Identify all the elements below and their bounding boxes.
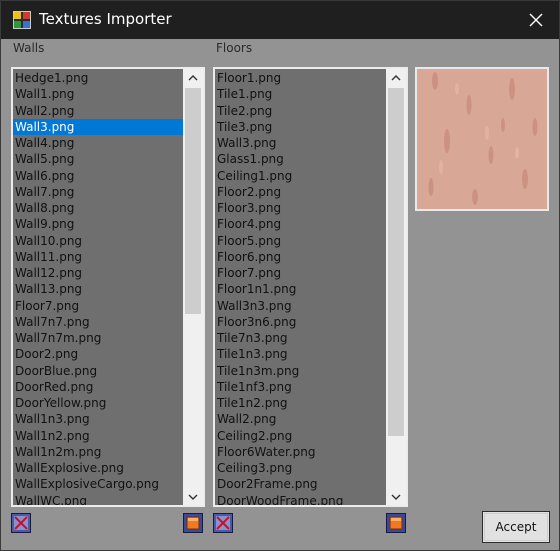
remove-icon [11,513,31,533]
walls-add-button[interactable] [183,513,203,533]
list-item[interactable]: WallWC.png [13,493,183,506]
walls-scroll-up-button[interactable] [183,69,203,86]
list-item[interactable]: Wall7.png [13,184,183,200]
list-item[interactable]: WallExplosive.png [13,460,183,476]
list-item[interactable]: Door2Frame.png [215,476,386,492]
floors-remove-button[interactable] [213,513,233,533]
list-item[interactable]: Floor4.png [215,216,386,232]
list-item[interactable]: Tile1n3m.png [215,363,386,379]
list-item[interactable]: Wall1n2m.png [13,444,183,460]
floors-scroll-up-button[interactable] [386,69,406,86]
chevron-up-icon [188,74,198,80]
walls-remove-button[interactable] [11,513,31,533]
chevron-down-icon [188,494,198,500]
list-item[interactable]: DoorYellow.png [13,395,183,411]
walls-listbox[interactable]: Hedge1.png Wall1.png Wall2.png Wall3.png Wal… [11,67,205,507]
close-icon [529,13,543,27]
list-item[interactable]: Wall10.png [13,233,183,249]
list-item[interactable]: Glass1.png [215,151,386,167]
list-item[interactable]: WallExplosiveCargo.png [13,476,183,492]
list-item[interactable]: Wall4.png [13,135,183,151]
close-button[interactable] [513,1,559,39]
list-item[interactable]: Ceiling3.png [215,460,386,476]
list-item[interactable]: DoorRed.png [13,379,183,395]
floors-list-items: Floor1.png Tile1.png Tile2.png Tile3.png Wal… [215,69,386,505]
remove-icon [213,513,233,533]
list-item[interactable]: Tile1n3.png [215,346,386,362]
list-item[interactable]: Wall7n7m.png [13,330,183,346]
list-item[interactable]: Ceiling2.png [215,428,386,444]
floors-scrollbar[interactable] [386,69,406,505]
list-item[interactable]: Wall1.png [13,86,183,102]
floors-scroll-thumb[interactable] [388,88,404,436]
list-item[interactable]: Wall2.png [13,103,183,119]
add-icon [183,513,203,533]
list-item[interactable]: Floor5.png [215,233,386,249]
list-item[interactable]: Ceiling1.png [215,168,386,184]
list-item[interactable]: Floor1n1.png [215,281,386,297]
list-item[interactable]: Tile7n3.png [215,330,386,346]
chevron-down-icon [391,494,401,500]
list-item[interactable]: Floor6.png [215,249,386,265]
window-title: Textures Importer [39,10,172,28]
floors-add-button[interactable] [386,513,406,533]
list-item[interactable]: Wall8.png [13,200,183,216]
title-bar[interactable]: Textures Importer [1,1,559,39]
accept-button[interactable]: Accept [482,511,550,543]
list-item[interactable]: Tile1.png [215,86,386,102]
list-item[interactable]: Floor3.png [215,200,386,216]
list-item[interactable]: Floor2.png [215,184,386,200]
list-item[interactable]: Wall13.png [13,281,183,297]
list-item[interactable]: Wall3.png [13,118,183,135]
list-item[interactable]: Tile2.png [215,103,386,119]
floors-label: Floors [216,41,253,55]
walls-scroll-down-button[interactable] [183,488,203,505]
list-item[interactable]: Wall5.png [13,151,183,167]
list-item[interactable]: Hedge1.png [13,70,183,86]
textures-importer-window: Textures Importer Walls Hedge1.png Wall1.… [0,0,560,551]
add-icon [386,513,406,533]
list-item[interactable]: Wall1n2.png [13,428,183,444]
list-item[interactable]: Floor1.png [215,70,386,86]
list-item[interactable]: DoorBlue.png [13,363,183,379]
list-item[interactable]: DoorWoodFrame.png [215,493,386,506]
walls-scrollbar[interactable] [183,69,203,505]
list-item[interactable]: Wall11.png [13,249,183,265]
list-item[interactable]: Wall7n7.png [13,314,183,330]
list-item[interactable]: Wall6.png [13,168,183,184]
walls-list-items: Hedge1.png Wall1.png Wall2.png Wall3.png Wal… [13,69,183,505]
list-item[interactable]: Wall9.png [13,216,183,232]
list-item[interactable]: Floor7.png [215,265,386,281]
list-item[interactable]: Wall1n3.png [13,411,183,427]
list-item[interactable]: Floor7.png [13,298,183,314]
list-item[interactable]: Wall2.png [215,411,386,427]
list-item[interactable]: Door2.png [13,346,183,362]
list-item[interactable]: Wall3.png [215,135,386,151]
list-item[interactable]: Wall12.png [13,265,183,281]
app-icon [13,11,31,29]
list-item[interactable]: Tile1nf3.png [215,379,386,395]
list-item[interactable]: Floor6Water.png [215,444,386,460]
floors-scroll-down-button[interactable] [386,488,406,505]
texture-preview-image [417,69,547,209]
list-item[interactable]: Tile3.png [215,119,386,135]
list-item[interactable]: Tile1n2.png [215,395,386,411]
list-item[interactable]: Wall3n3.png [215,298,386,314]
chevron-up-icon [391,74,401,80]
floors-listbox[interactable]: Floor1.png Tile1.png Tile2.png Tile3.png Wal… [213,67,408,507]
list-item[interactable]: Floor3n6.png [215,314,386,330]
texture-preview [415,67,549,211]
walls-label: Walls [13,41,45,55]
walls-scroll-thumb[interactable] [185,88,201,314]
